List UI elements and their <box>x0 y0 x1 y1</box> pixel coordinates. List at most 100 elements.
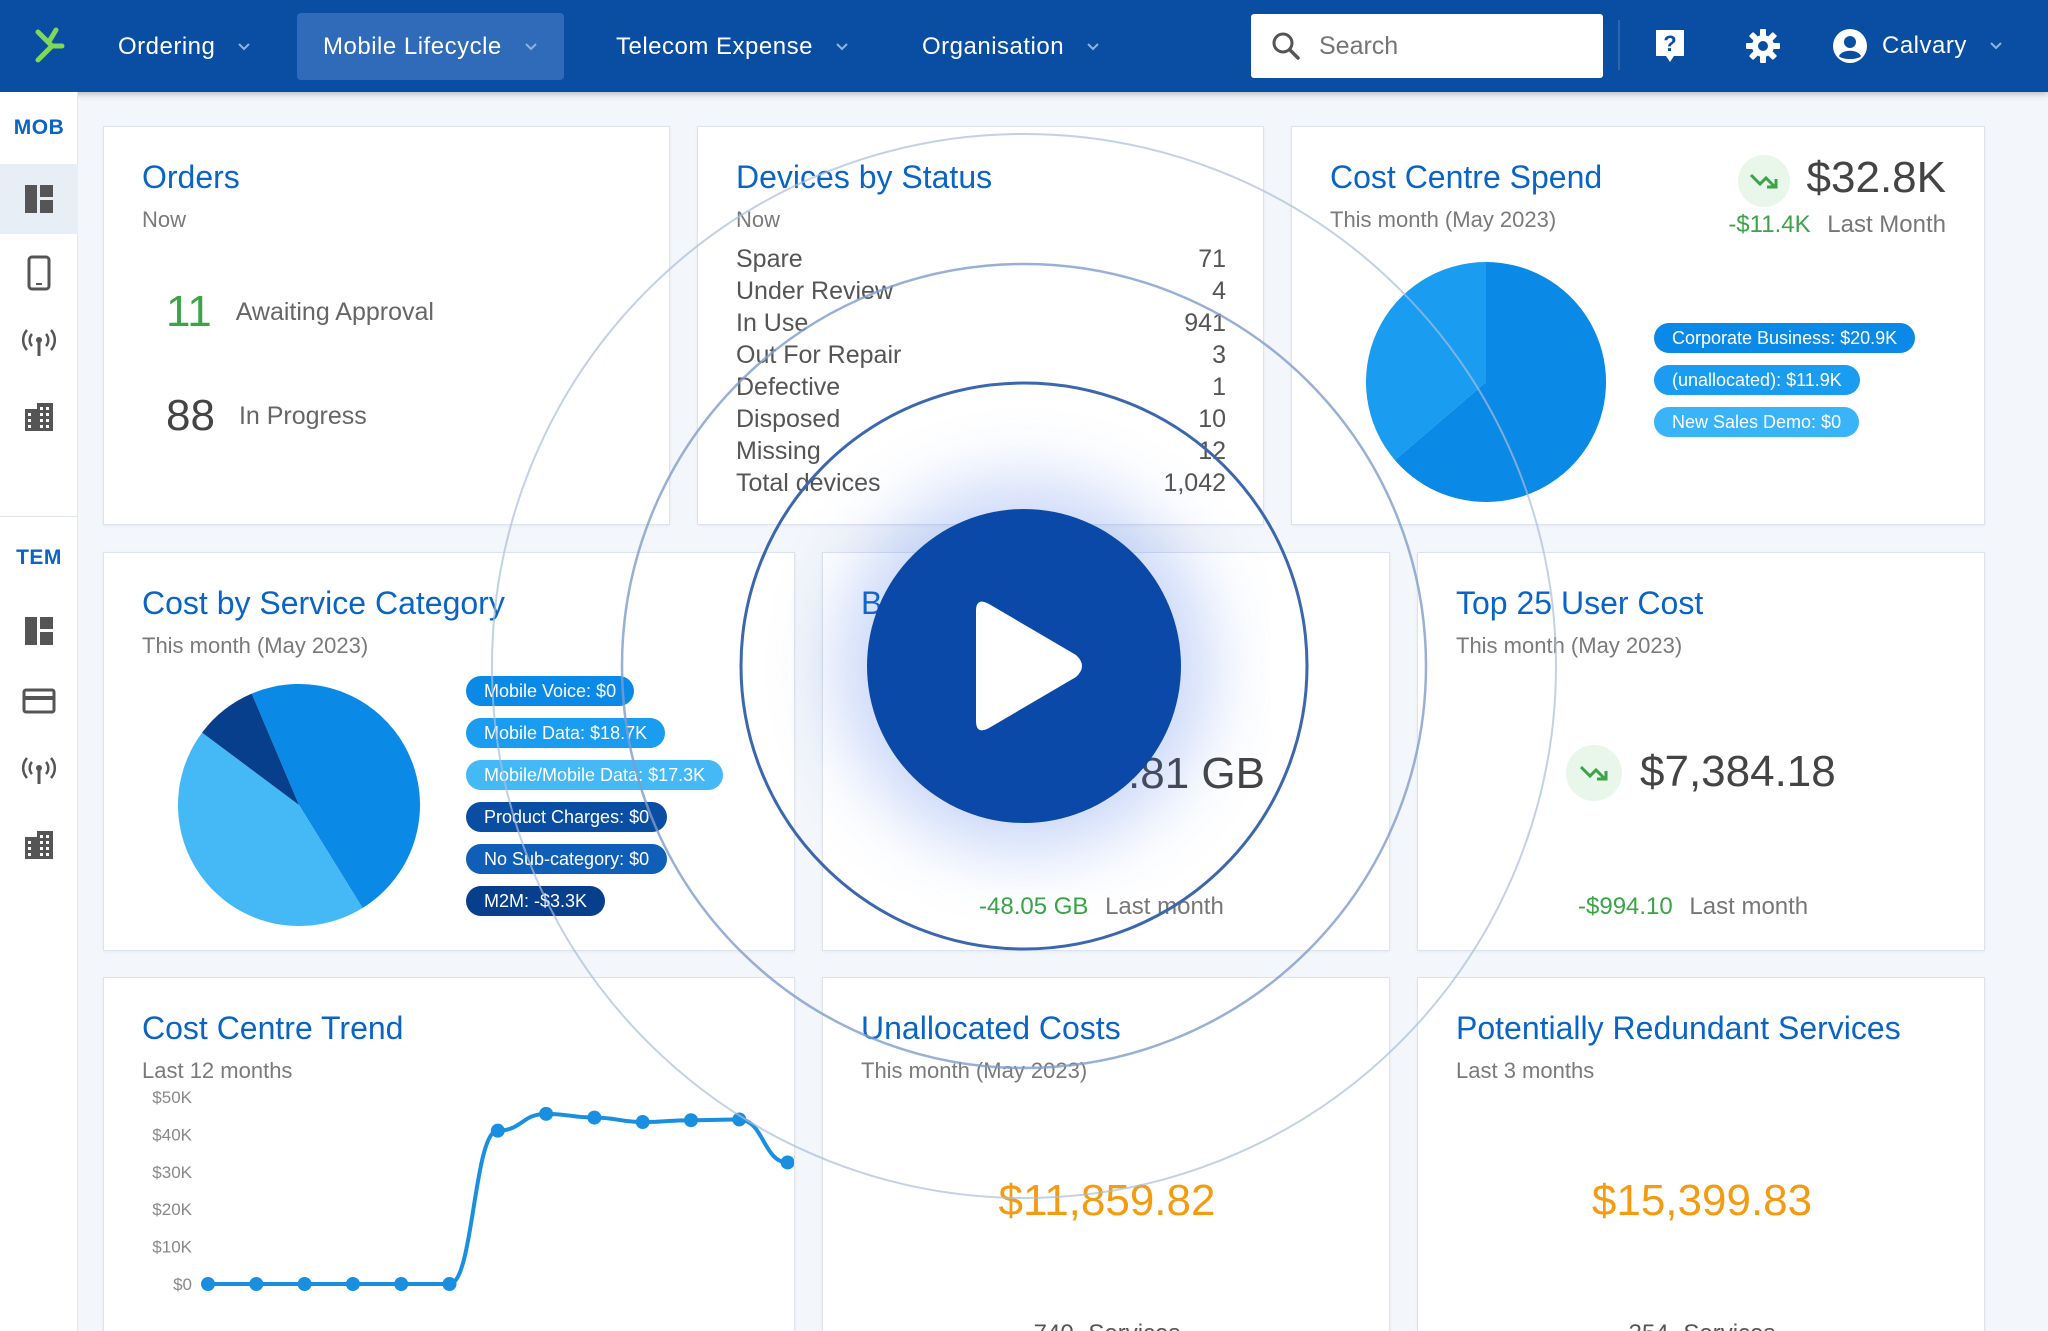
data-point[interactable] <box>201 1277 215 1291</box>
building-icon <box>23 401 55 433</box>
data-point[interactable] <box>781 1155 795 1169</box>
legend-pill[interactable]: Mobile/Mobile Data: $17.3K <box>466 760 723 790</box>
nav-organisation[interactable]: Organisation <box>896 13 1126 80</box>
sidebar-tem-billing[interactable] <box>0 666 78 736</box>
awaiting-label: Awaiting Approval <box>236 298 434 327</box>
device-status-row[interactable]: Out For Repair3 <box>736 341 1226 370</box>
sidebar-tem-services[interactable] <box>0 736 78 806</box>
chevron-down-icon <box>524 40 538 54</box>
search-input[interactable] <box>1319 32 1599 61</box>
data-point[interactable] <box>684 1113 698 1127</box>
sidebar-mob-organisation[interactable] <box>0 382 78 452</box>
y-tick-label: $10K <box>152 1238 192 1257</box>
search-box[interactable] <box>1251 14 1603 78</box>
sidebar: MOB TEM <box>0 92 78 1331</box>
delta-label: Last Month <box>1827 211 1946 238</box>
status-value: 1,042 <box>1163 469 1226 498</box>
progress-count: 88 <box>166 391 215 441</box>
unallocated-services: 740 Services <box>823 1320 1390 1331</box>
services-label: Services <box>1088 1320 1180 1331</box>
nav-telecom-expense[interactable]: Telecom Expense <box>590 13 875 80</box>
cost-centre-trend-card[interactable]: Cost Centre Trend Last 12 months $50K$40… <box>103 977 795 1331</box>
legend-pill[interactable]: Corporate Business: $20.9K <box>1654 323 1915 353</box>
sidebar-mob-services[interactable] <box>0 308 78 378</box>
device-status-row[interactable]: Spare71 <box>736 245 1226 274</box>
device-status-row[interactable]: Under Review4 <box>736 277 1226 306</box>
data-point[interactable] <box>491 1124 505 1138</box>
sidebar-mob-dashboard[interactable] <box>0 164 78 234</box>
data-point[interactable] <box>636 1115 650 1129</box>
card-subtitle: Now <box>142 207 186 233</box>
nav-mobile-lifecycle[interactable]: Mobile Lifecycle <box>297 13 564 80</box>
unallocated-costs-card[interactable]: Unallocated Costs This month (May 2023) … <box>822 977 1390 1331</box>
device-status-total-row[interactable]: Total devices 1,042 <box>736 469 1226 498</box>
sidebar-section-mob: MOB <box>0 116 78 140</box>
help-icon[interactable]: ? <box>1650 26 1690 66</box>
service-pie-chart[interactable] <box>178 684 420 926</box>
legend-pill[interactable]: (unallocated): $11.9K <box>1654 365 1860 395</box>
devices-card[interactable]: Devices by Status Now Spare71 Under Revi… <box>697 126 1264 525</box>
card-title: Orders <box>142 159 240 196</box>
data-point[interactable] <box>539 1107 553 1121</box>
status-value: 12 <box>1198 437 1226 466</box>
user-menu[interactable]: Calvary <box>1832 20 2003 72</box>
legend-pill[interactable]: Mobile Voice: $0 <box>466 676 634 706</box>
legend-pill[interactable]: M2M: -$3.3K <box>466 886 605 916</box>
sidebar-mob-devices[interactable] <box>0 238 78 308</box>
data-point[interactable] <box>587 1111 601 1125</box>
credit-card-icon <box>22 688 56 714</box>
legend-pill[interactable]: No Sub-category: $0 <box>466 844 667 874</box>
status-label: Spare <box>736 245 803 274</box>
device-status-row[interactable]: Disposed10 <box>736 405 1226 434</box>
trend-line-chart[interactable]: $50K$40K$30K$20K$10K$0 <box>104 1088 795 1331</box>
data-point[interactable] <box>249 1277 263 1291</box>
legend-label: Corporate Business: $20.9K <box>1672 328 1897 349</box>
gear-icon[interactable] <box>1743 26 1783 66</box>
redundant-services-card[interactable]: Potentially Redundant Services Last 3 mo… <box>1417 977 1985 1331</box>
legend-pill[interactable]: New Sales Demo: $0 <box>1654 407 1859 437</box>
orders-card[interactable]: Orders Now 11 Awaiting Approval 88 In Pr… <box>103 126 670 525</box>
data-point[interactable] <box>346 1277 360 1291</box>
dashboard-icon <box>24 616 54 646</box>
data-point[interactable] <box>394 1277 408 1291</box>
legend-pill[interactable]: Product Charges: $0 <box>466 802 667 832</box>
sidebar-tem-organisation[interactable] <box>0 810 78 880</box>
play-icon <box>954 591 1094 741</box>
awaiting-count: 11 <box>166 287 212 337</box>
data-point[interactable] <box>298 1277 312 1291</box>
device-status-row[interactable]: Defective1 <box>736 373 1226 402</box>
mobile-device-icon <box>27 255 51 291</box>
cost-centre-spend-card[interactable]: Cost Centre Spend This month (May 2023) … <box>1291 126 1985 525</box>
card-subtitle: This month (May 2023) <box>142 633 368 659</box>
card-title: Potentially Redundant Services <box>1456 1010 1901 1047</box>
card-title: Cost by Service Category <box>142 585 505 622</box>
legend-pill[interactable]: Mobile Data: $18.7K <box>466 718 665 748</box>
status-label: Total devices <box>736 469 881 498</box>
chevron-down-icon <box>237 40 251 54</box>
spend-pie-chart[interactable] <box>1366 262 1606 502</box>
nav-ordering[interactable]: Ordering <box>92 13 277 80</box>
top25-user-cost-card[interactable]: Top 25 User Cost This month (May 2023) $… <box>1417 552 1985 951</box>
device-status-row[interactable]: Missing12 <box>736 437 1226 466</box>
status-value: 941 <box>1184 309 1226 338</box>
sidebar-section-tem: TEM <box>0 546 78 570</box>
play-button[interactable] <box>867 509 1181 823</box>
status-value: 4 <box>1212 277 1226 306</box>
user-name: Calvary <box>1882 32 1967 60</box>
card-title: Cost Centre Trend <box>142 1010 403 1047</box>
data-point[interactable] <box>732 1112 746 1126</box>
legend-label: Mobile Voice: $0 <box>484 681 616 702</box>
redundant-value: $15,399.83 <box>1418 1176 1985 1226</box>
sidebar-tem-dashboard[interactable] <box>0 596 78 666</box>
cost-by-service-card[interactable]: Cost by Service Category This month (May… <box>103 552 795 951</box>
dashboard-icon <box>24 184 54 214</box>
device-status-row[interactable]: In Use941 <box>736 309 1226 338</box>
orders-in-progress[interactable]: 88 In Progress <box>166 391 367 441</box>
orders-awaiting[interactable]: 11 Awaiting Approval <box>166 287 434 337</box>
data-point[interactable] <box>443 1277 457 1291</box>
nav-ordering-label: Ordering <box>118 33 215 61</box>
logo-icon[interactable] <box>28 24 72 68</box>
services-count: 740 <box>1034 1320 1074 1331</box>
legend-label: No Sub-category: $0 <box>484 849 649 870</box>
y-tick-label: $0 <box>173 1275 192 1294</box>
